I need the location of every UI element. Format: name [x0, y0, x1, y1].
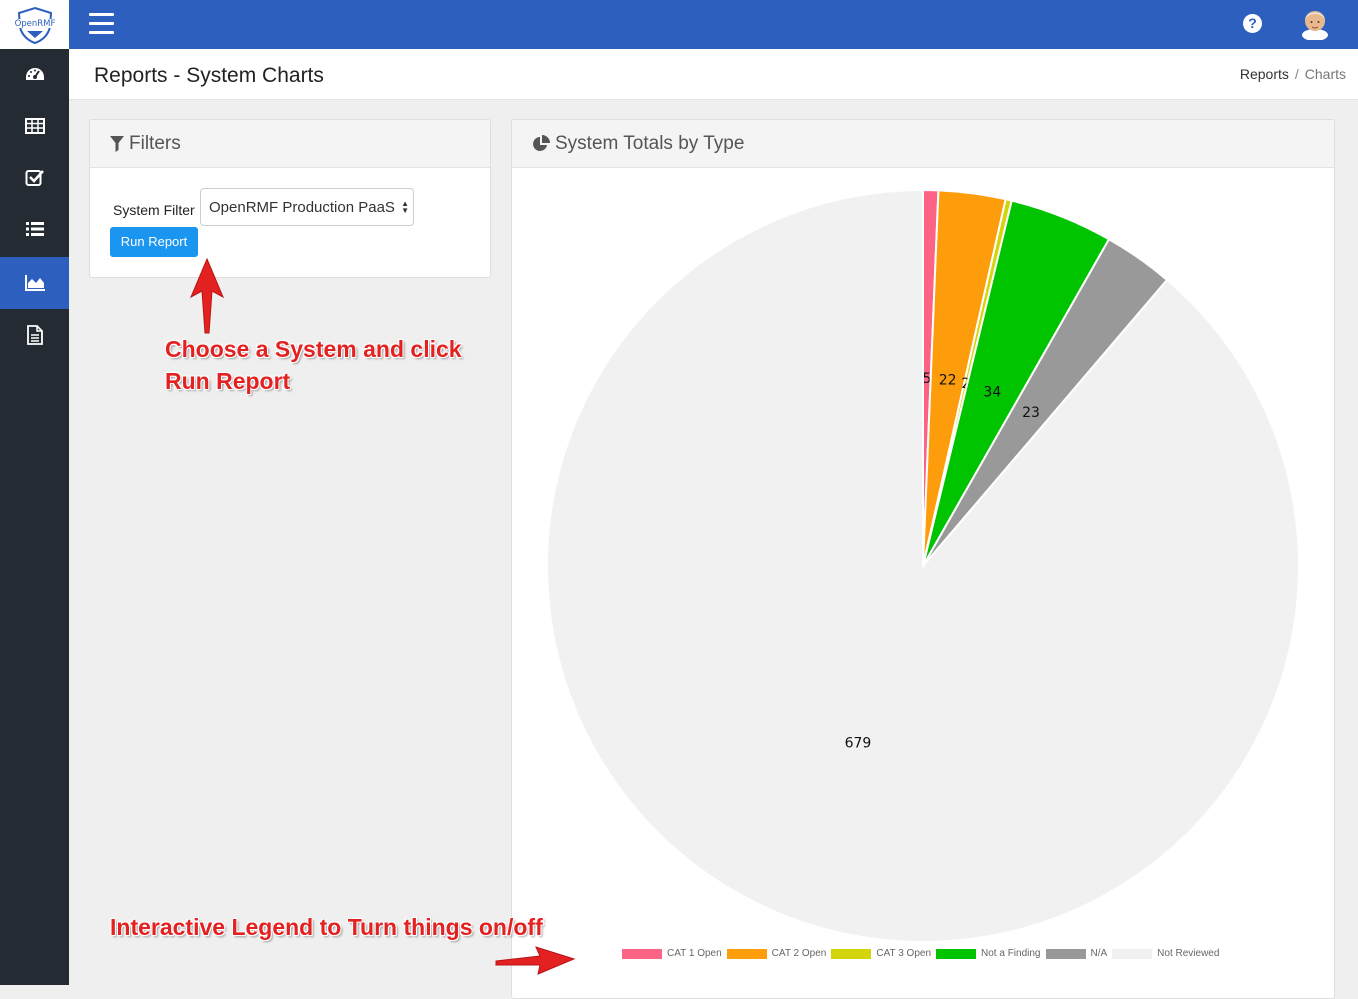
list-icon	[25, 222, 44, 236]
filter-icon	[110, 135, 124, 152]
legend-label: CAT 1 Open	[667, 948, 722, 959]
breadcrumb-separator: /	[1294, 66, 1299, 82]
filters-card: Filters System Filter OpenRMF Production…	[89, 119, 491, 278]
checkbox-icon	[25, 170, 44, 186]
legend-item-cat-3-open[interactable]: CAT 3 Open	[831, 948, 931, 959]
pie-chart-icon	[533, 134, 550, 151]
up-arrow-annotation	[189, 257, 225, 334]
legend-item-not-a-finding[interactable]: Not a Finding	[936, 948, 1041, 959]
system-filter-label: System Filter	[113, 202, 195, 218]
area-chart-icon	[24, 275, 45, 291]
chart-card-header: System Totals by Type	[512, 120, 1334, 168]
nav-charts[interactable]	[0, 257, 69, 309]
legend-item-not-reviewed[interactable]: Not Reviewed	[1112, 948, 1219, 959]
select-arrows-icon: ▲ ▼	[401, 199, 409, 215]
legend-label: Not Reviewed	[1157, 948, 1220, 959]
page-header: Reports - System Charts Reports / Charts	[69, 49, 1358, 100]
legend-item-cat-1-open[interactable]: CAT 1 Open	[622, 948, 722, 959]
top-navbar: ?	[69, 0, 1358, 49]
breadcrumb: Reports / Charts	[1240, 66, 1346, 82]
breadcrumb-reports-link[interactable]: Reports	[1240, 66, 1289, 82]
annotation-line-2: Run Report	[165, 368, 291, 394]
legend-swatch	[831, 948, 872, 959]
hamburger-menu-icon[interactable]	[89, 13, 114, 35]
system-totals-chart-card: System Totals by Type	[511, 119, 1335, 999]
right-arrow-annotation	[495, 946, 576, 975]
nav-compliance[interactable]	[0, 151, 69, 203]
table-icon	[24, 118, 45, 134]
annotation-choose-system: Choose a System and click Run Report	[165, 333, 462, 397]
legend-item-cat-2-open[interactable]: CAT 2 Open	[726, 948, 827, 959]
system-filter-select[interactable]: OpenRMF Production PaaS ▲ ▼	[200, 188, 414, 226]
sidebar: OpenRMF	[0, 0, 69, 985]
page-title: Reports - System Charts	[94, 64, 324, 87]
shield-logo-icon: OpenRMF	[13, 6, 56, 44]
legend-swatch	[936, 948, 977, 959]
chart-title: System Totals by Type	[555, 132, 745, 154]
legend-swatch	[1045, 948, 1086, 959]
nav-reports-document[interactable]	[0, 309, 69, 361]
system-filter-value: OpenRMF Production PaaS	[209, 199, 395, 216]
document-icon	[26, 325, 43, 345]
user-avatar-icon[interactable]	[1300, 6, 1330, 40]
legend-label: N/A	[1090, 948, 1108, 959]
openrmf-logo[interactable]: OpenRMF	[0, 0, 69, 49]
dashboard-icon	[25, 68, 44, 80]
logo-text: OpenRMF	[14, 19, 55, 29]
legend-swatch	[1112, 948, 1153, 959]
annotation-line-1: Choose a System and click	[165, 336, 462, 362]
legend-swatch	[726, 948, 767, 959]
nav-systems-table[interactable]	[0, 100, 69, 152]
legend-label: Not a Finding	[981, 948, 1041, 959]
legend-swatch	[622, 948, 662, 959]
help-icon[interactable]: ?	[1243, 14, 1262, 33]
legend-item-n-a[interactable]: N/A	[1045, 948, 1108, 959]
run-report-button[interactable]: Run Report	[110, 227, 198, 257]
annotation-legend-hint: Interactive Legend to Turn things on/off	[110, 914, 543, 940]
legend-label: CAT 3 Open	[876, 948, 932, 959]
chart-legend: CAT 1 Open CAT 2 Open CAT 3 Open Not a Find…	[622, 948, 1224, 959]
legend-label: CAT 2 Open	[771, 948, 827, 959]
nav-dashboard[interactable]	[0, 49, 69, 101]
filters-title: Filters	[129, 132, 181, 154]
nav-list[interactable]	[0, 203, 69, 255]
filters-card-header: Filters	[90, 120, 490, 168]
breadcrumb-current: Charts	[1304, 66, 1346, 82]
